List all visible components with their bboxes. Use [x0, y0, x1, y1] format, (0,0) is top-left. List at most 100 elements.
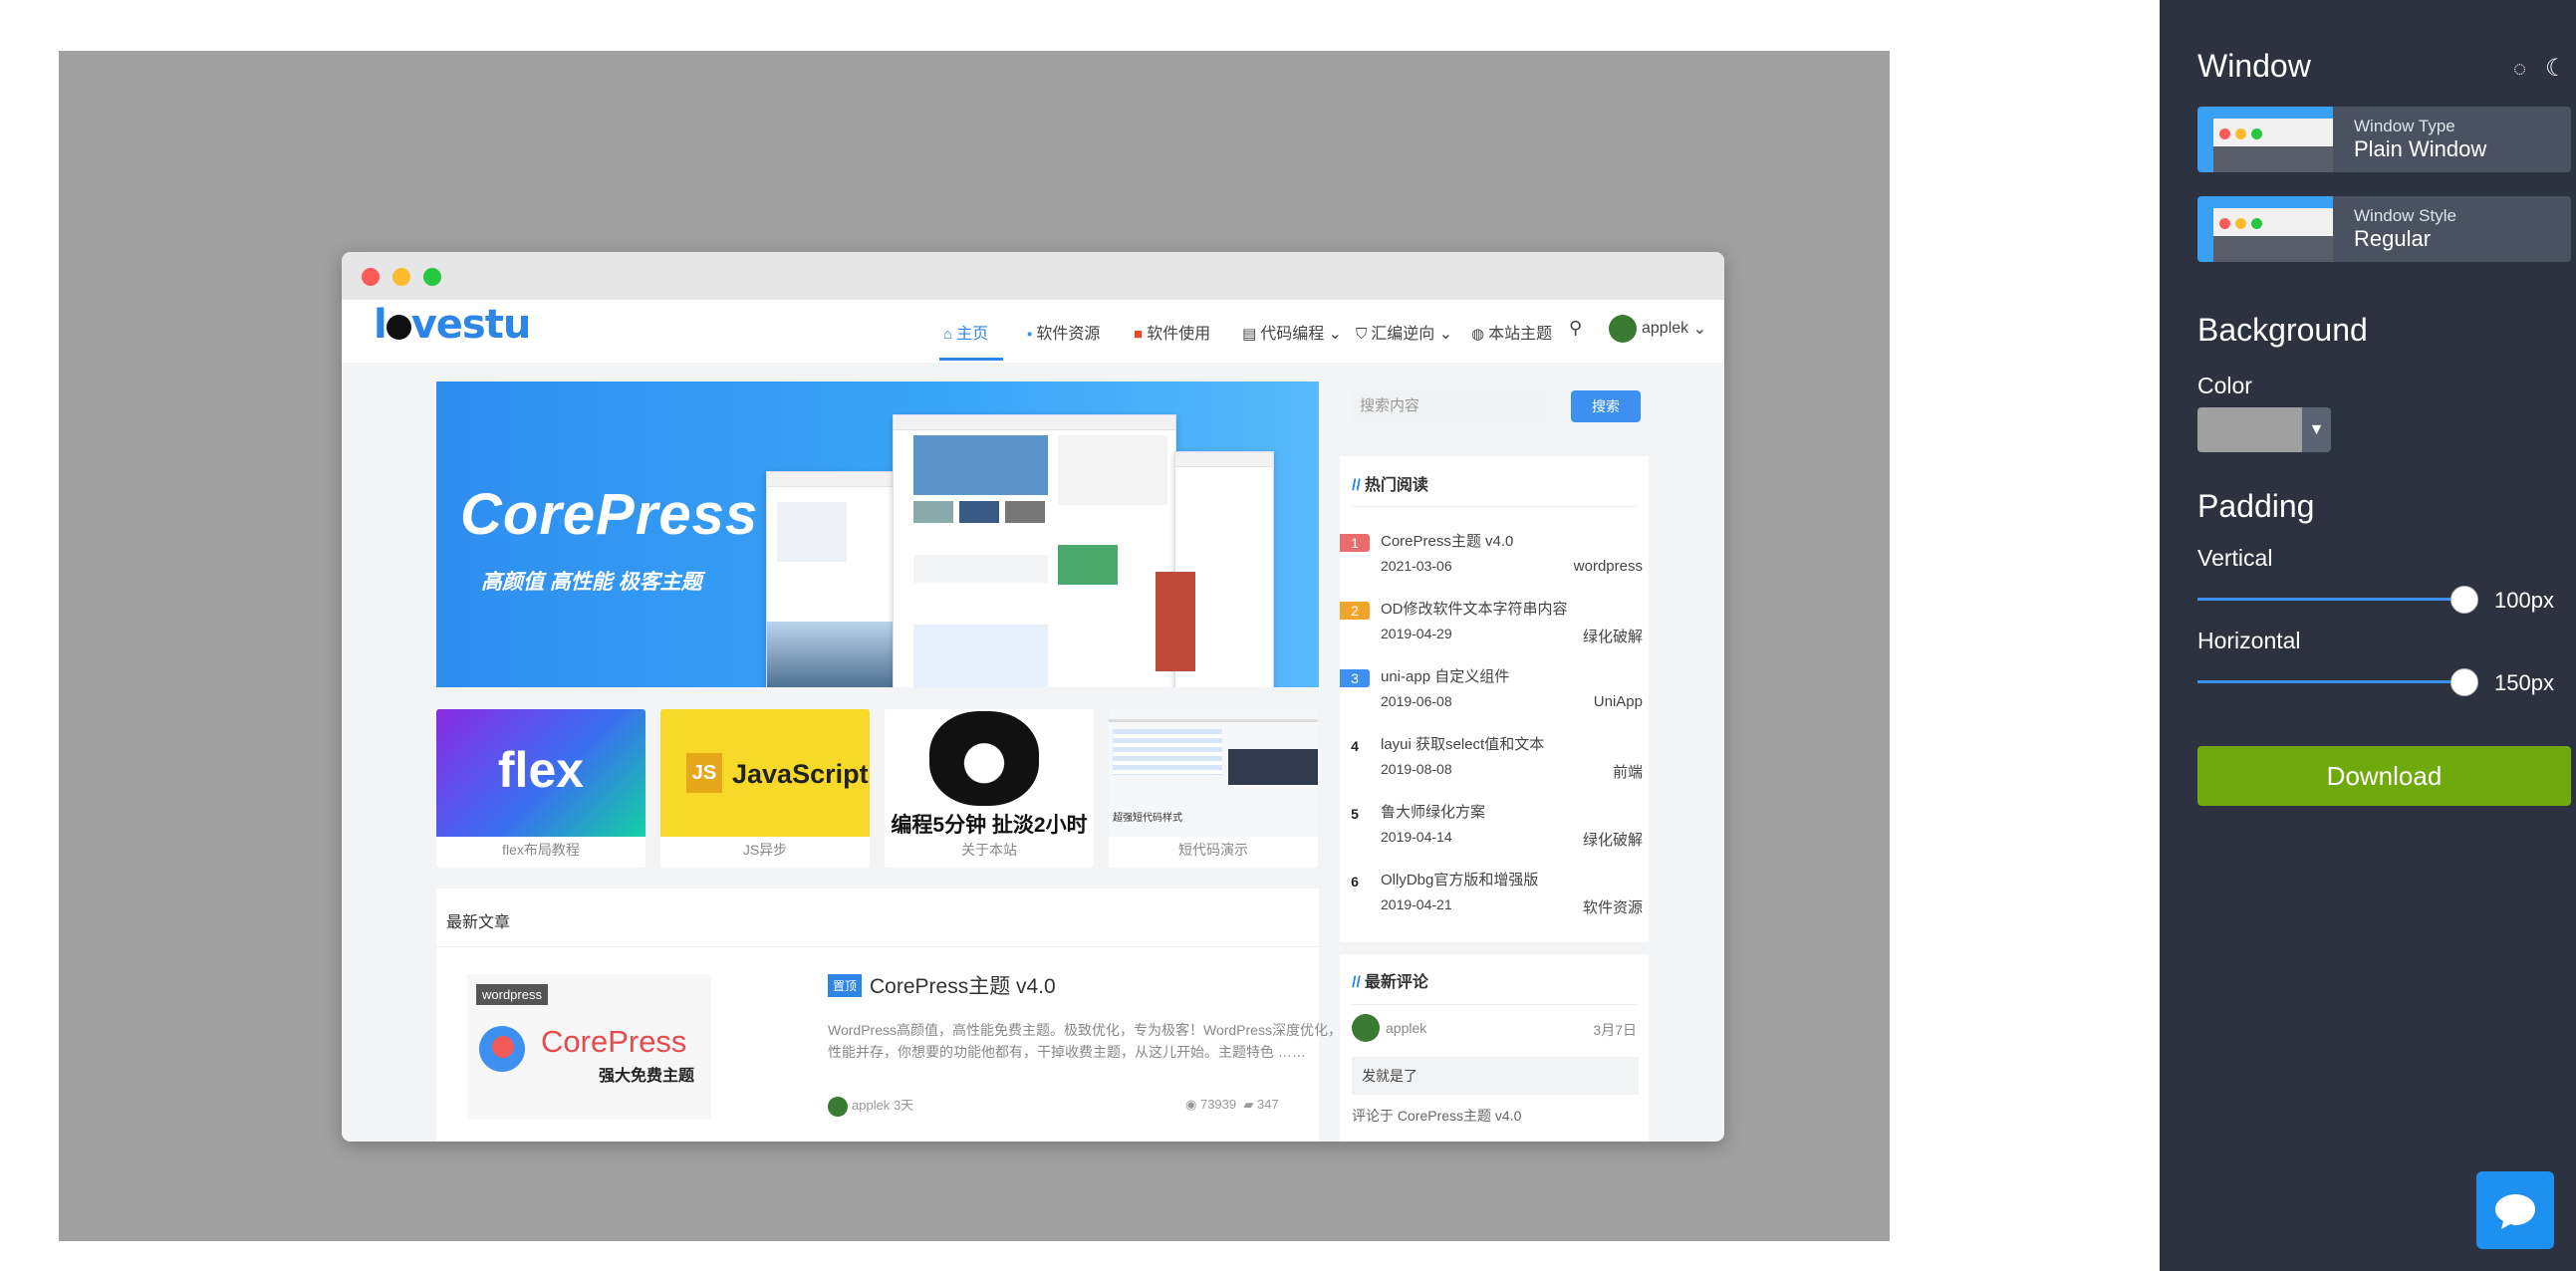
- chevron-down-icon: ⌄: [1692, 321, 1707, 338]
- download-button[interactable]: Download: [2197, 746, 2571, 806]
- horizontal-slider-handle[interactable]: [2450, 668, 2478, 696]
- window-type-selector[interactable]: Window Type Plain Window: [2197, 107, 2571, 172]
- window-style-selector[interactable]: Window Style Regular: [2197, 196, 2571, 262]
- card-caption: 关于本站: [961, 842, 1017, 858]
- panda-meme-illustration: [929, 711, 1039, 806]
- website-preview: l vestu ⌂ 主页 ▪ 软件资源 ■ 软件使用 ▤ 代码编程 ⌄ ⛉ 汇编逆向 ⌄ ◍…: [342, 300, 1724, 1142]
- horizontal-label: Horizontal: [2197, 628, 2301, 653]
- feature-card-js[interactable]: JS JavaScript JS异步: [660, 709, 870, 868]
- hot-item[interactable]: 1 CorePress主题 v4.0 2021-03-06 wordpress: [1340, 530, 1643, 590]
- card-image: 编程5分钟 扯淡2小时: [885, 709, 1094, 837]
- horizontal-padding-slider[interactable]: [2197, 680, 2466, 683]
- rank-badge: 4: [1351, 738, 1359, 754]
- rank-badge: 6: [1351, 874, 1359, 890]
- eye-icon: ◉: [1185, 1097, 1197, 1112]
- card-caption: 短代码演示: [1178, 842, 1248, 858]
- horizontal-value: 150px: [2494, 670, 2554, 695]
- rank-badge: 2: [1340, 602, 1370, 620]
- user-menu[interactable]: applek ⌄: [1609, 315, 1706, 343]
- site-search-input[interactable]: 搜索内容: [1352, 390, 1546, 422]
- vertical-slider-handle[interactable]: [2450, 586, 2478, 614]
- banner-mock-screen-right: [1156, 451, 1274, 687]
- window-style-key: Window Style: [2354, 206, 2456, 225]
- hot-item-date: 2019-08-08: [1381, 761, 1452, 777]
- site-header: l vestu ⌂ 主页 ▪ 软件资源 ■ 软件使用 ▤ 代码编程 ⌄ ⛉ 汇编逆向 ⌄ ◍…: [342, 300, 1724, 363]
- post-category-tag[interactable]: wordpress: [476, 984, 548, 1005]
- card-caption: JS异步: [742, 842, 788, 858]
- hot-item-category: 软件资源: [1582, 899, 1643, 916]
- chevron-down-icon: ⌄: [1438, 326, 1453, 343]
- hot-item-date: 2019-04-14: [1381, 829, 1452, 845]
- hot-item-title: OllyDbg官方版和增强版: [1381, 872, 1539, 889]
- background-color-picker[interactable]: ▼: [2197, 407, 2331, 452]
- comment-post-link[interactable]: 评论于 CorePress主题 v4.0: [1352, 1106, 1521, 1126]
- code-icon: ▤: [1242, 326, 1257, 343]
- hot-item-category: 绿化破解: [1582, 629, 1643, 645]
- card-image: 超强短代码样式: [1109, 709, 1318, 837]
- hot-item[interactable]: 6 OllyDbg官方版和增强版 2019-04-21 软件资源: [1340, 869, 1643, 928]
- hot-reading-widget: //热门阅读 1 CorePress主题 v4.0 2021-03-06 wor…: [1340, 456, 1649, 942]
- vertical-padding-slider[interactable]: [2197, 598, 2466, 601]
- site-logo[interactable]: l vestu: [374, 302, 531, 348]
- color-swatch: [2197, 407, 2302, 452]
- comment-text: 发就是了: [1352, 1057, 1639, 1095]
- window-titlebar: [342, 252, 1724, 300]
- card-image: JS JavaScript: [660, 709, 870, 837]
- grid-icon: ■: [1134, 326, 1144, 343]
- hot-reading-title: //热门阅读: [1352, 477, 1428, 494]
- banner-title: CorePress: [460, 482, 759, 547]
- latest-comments-widget: //最新评论 applek 3月7日 发就是了 评论于 CorePress主题 …: [1340, 954, 1649, 1142]
- latest-heading: 最新文章: [446, 914, 511, 931]
- post-author[interactable]: applek 3天: [828, 1095, 913, 1117]
- nav-software[interactable]: ▪ 软件资源: [1027, 320, 1100, 344]
- window-type-key: Window Type: [2354, 117, 2455, 135]
- hot-item-date: 2019-06-08: [1381, 693, 1452, 709]
- shield-icon: ⛉: [1356, 326, 1368, 343]
- pinned-badge: 置顶: [828, 974, 863, 997]
- comment-icon: ▰: [1243, 1097, 1254, 1112]
- nav-home[interactable]: ⌂ 主页: [943, 320, 988, 344]
- nav-usage[interactable]: ■ 软件使用: [1134, 320, 1210, 344]
- hot-item-category: UniApp: [1593, 693, 1643, 710]
- hot-item-category: wordpress: [1573, 558, 1643, 575]
- hot-item-date: 2019-04-21: [1381, 896, 1452, 912]
- site-search-button[interactable]: 搜索: [1571, 390, 1641, 422]
- hot-item[interactable]: 5 鲁大师绿化方案 2019-04-14 绿化破解: [1340, 801, 1643, 861]
- comment-date: 3月7日: [1593, 1022, 1637, 1038]
- hot-item-title: layui 获取select值和文本: [1381, 736, 1545, 753]
- avatar: [1609, 315, 1637, 343]
- settings-panel: Window ◌ ☾ Window Type Plain Window Wind…: [2160, 0, 2576, 1271]
- post-title[interactable]: 置顶 CorePress主题 v4.0: [828, 970, 1056, 1000]
- feature-card-about[interactable]: 编程5分钟 扯淡2小时 关于本站: [885, 709, 1094, 868]
- card-art-text: flex: [497, 742, 585, 798]
- feature-card-shortcode[interactable]: 超强短代码样式 短代码演示: [1109, 709, 1318, 868]
- nav-coding[interactable]: ▤ 代码编程 ⌄: [1242, 320, 1342, 344]
- vertical-label: Vertical: [2197, 545, 2273, 571]
- light-theme-icon[interactable]: ◌: [2513, 56, 2526, 82]
- hot-item-date: 2019-04-29: [1381, 626, 1452, 641]
- hot-item-title: uni-app 自定义组件: [1381, 668, 1510, 685]
- comment-author[interactable]: applek: [1352, 1014, 1426, 1042]
- hero-banner[interactable]: CorePress 高颜值 高性能 极客主题: [436, 381, 1319, 687]
- window-type-value: Plain Window: [2354, 136, 2487, 161]
- chat-button[interactable]: [2476, 1171, 2554, 1249]
- palette-icon: ◍: [1471, 326, 1485, 343]
- hot-item-category: 前端: [1612, 764, 1643, 781]
- hot-item[interactable]: 2 OD修改软件文本字符串内容 2019-04-29 绿化破解: [1340, 598, 1643, 657]
- avatar: [1352, 1014, 1380, 1042]
- nav-asm[interactable]: ⛉ 汇编逆向 ⌄: [1356, 320, 1452, 344]
- card-image: flex: [436, 709, 645, 837]
- hot-item[interactable]: 3 uni-app 自定义组件 2019-06-08 UniApp: [1340, 665, 1643, 725]
- banner-mock-screen-main: [893, 414, 1176, 687]
- feature-card-flex[interactable]: flex flex布局教程: [436, 709, 645, 868]
- card-art-text: JavaScript: [732, 759, 869, 789]
- dark-theme-moon-icon[interactable]: ☾: [2545, 54, 2567, 83]
- hot-item-title: 鲁大师绿化方案: [1381, 804, 1486, 821]
- preview-canvas: l vestu ⌂ 主页 ▪ 软件资源 ■ 软件使用 ▤ 代码编程 ⌄ ⛉ 汇编逆向 ⌄ ◍…: [59, 51, 1890, 1241]
- card-art-text: 编程5分钟 扯淡2小时: [891, 814, 1088, 837]
- hot-item[interactable]: 4 layui 获取select值和文本 2019-08-08 前端: [1340, 733, 1643, 793]
- apps-icon: ▪: [1027, 326, 1033, 343]
- search-icon[interactable]: ⚲: [1569, 318, 1582, 339]
- banner-mock-screen-left: [766, 471, 902, 687]
- nav-theme[interactable]: ◍ 本站主题: [1471, 320, 1552, 344]
